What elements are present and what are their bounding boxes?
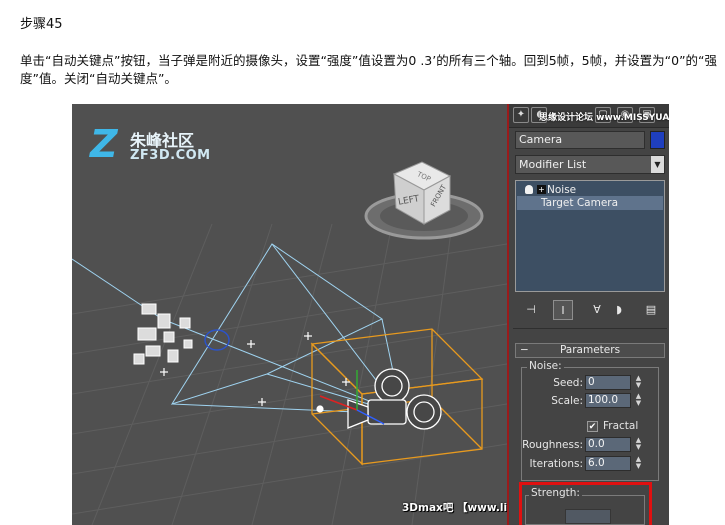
strength-group-label: Strength: <box>529 487 582 499</box>
expand-plus-icon[interactable]: + <box>537 185 546 194</box>
logo-glyph: Z <box>90 122 118 166</box>
stack-toolbar: ⊣ Ι ∀ ◗ ▤ <box>515 300 665 322</box>
strength-x-spinner[interactable] <box>565 509 611 524</box>
remove-modifier-icon[interactable]: ◗ <box>609 300 629 320</box>
ground-grid <box>72 223 507 525</box>
debris-cluster <box>133 303 193 365</box>
object-name-field[interactable]: Camera <box>515 131 645 149</box>
fractal-checkbox[interactable]: ✔ <box>587 421 598 432</box>
make-unique-icon[interactable]: ∀ <box>587 300 607 320</box>
seed-label: Seed: <box>553 377 583 389</box>
scale-spin-arrows-icon[interactable]: ▲ ▼ <box>634 393 643 408</box>
iterations-spin-arrows-icon[interactable]: ▲ ▼ <box>634 456 643 471</box>
roughness-spin-arrows-icon[interactable]: ▲ ▼ <box>634 437 643 452</box>
iterations-spinner[interactable]: 6.0 <box>585 456 631 471</box>
command-panel-tabs: ✦ ◖ ▢ ◉ ▣ 思缘设计论坛 www.MISSYUAN.COM <box>509 104 669 128</box>
stack-item-target-camera[interactable]: Target Camera <box>517 196 663 210</box>
create-tab-icon[interactable]: ✦ <box>513 107 529 123</box>
logo-name-en: ZF3D.COM <box>130 148 211 163</box>
stack-item-noise[interactable]: + Noise <box>517 183 663 197</box>
pin-stack-icon[interactable]: ⊣ <box>521 300 541 320</box>
viewcube-icon[interactable]: LEFT FRONT TOP <box>364 161 484 240</box>
fractal-label: Fractal <box>603 420 639 432</box>
object-color-swatch[interactable] <box>650 131 665 149</box>
stack-item-label: Target Camera <box>541 197 619 209</box>
scale-label: Scale: <box>551 395 583 407</box>
top-watermark: 思缘设计论坛 www.MISSYUAN.COM <box>539 113 669 123</box>
lightbulb-icon[interactable] <box>525 185 533 194</box>
modifier-stack: + Noise Target Camera <box>515 180 665 292</box>
stack-item-label: Noise <box>547 184 577 196</box>
chevron-down-icon[interactable]: ▼ <box>651 156 664 173</box>
instruction-text: 单击“自动关键点”按钮，当子弹是附近的摄像头，设置“强度”值设置为0 .3’的所… <box>20 53 718 86</box>
rollout-title: Parameters <box>559 344 621 356</box>
command-panel: ✦ ◖ ▢ ◉ ▣ 思缘设计论坛 www.MISSYUAN.COM Camera… <box>507 104 669 525</box>
seed-spin-arrows-icon[interactable]: ▲ ▼ <box>634 375 643 390</box>
modifier-list-dropdown[interactable]: Modifier List ▼ <box>515 155 665 174</box>
iterations-label: Iterations: <box>529 458 583 470</box>
roughness-label: Roughness: <box>522 439 583 451</box>
bottom-watermark: 3Dmax吧 【www.linecg.com/tieba/1771】 <box>402 502 507 514</box>
show-end-result-icon[interactable]: Ι <box>553 300 573 320</box>
collapse-minus-icon: − <box>520 344 529 356</box>
scale-spinner[interactable]: 100.0 <box>585 393 631 408</box>
max-screenshot: LEFT FRONT TOP Z 朱峰社区 ZF3D.COM 3Dmax吧 【w… <box>72 104 669 525</box>
noise-group-label: Noise: <box>527 360 564 372</box>
step-title: 步骤45 <box>20 17 63 32</box>
configure-modifier-sets-icon[interactable]: ▤ <box>641 300 661 320</box>
divider <box>513 328 667 329</box>
debris-selection-ring <box>204 329 230 351</box>
perspective-viewport[interactable]: LEFT FRONT TOP Z 朱峰社区 ZF3D.COM 3Dmax吧 【w… <box>72 104 507 525</box>
roughness-spinner[interactable]: 0.0 <box>585 437 631 452</box>
seed-spinner[interactable]: 0 <box>585 375 631 390</box>
zf3d-logo: Z 朱峰社区 ZF3D.COM <box>86 124 236 170</box>
parameters-rollout-header[interactable]: − Parameters <box>515 343 665 358</box>
modifier-list-label: Modifier List <box>519 158 587 171</box>
